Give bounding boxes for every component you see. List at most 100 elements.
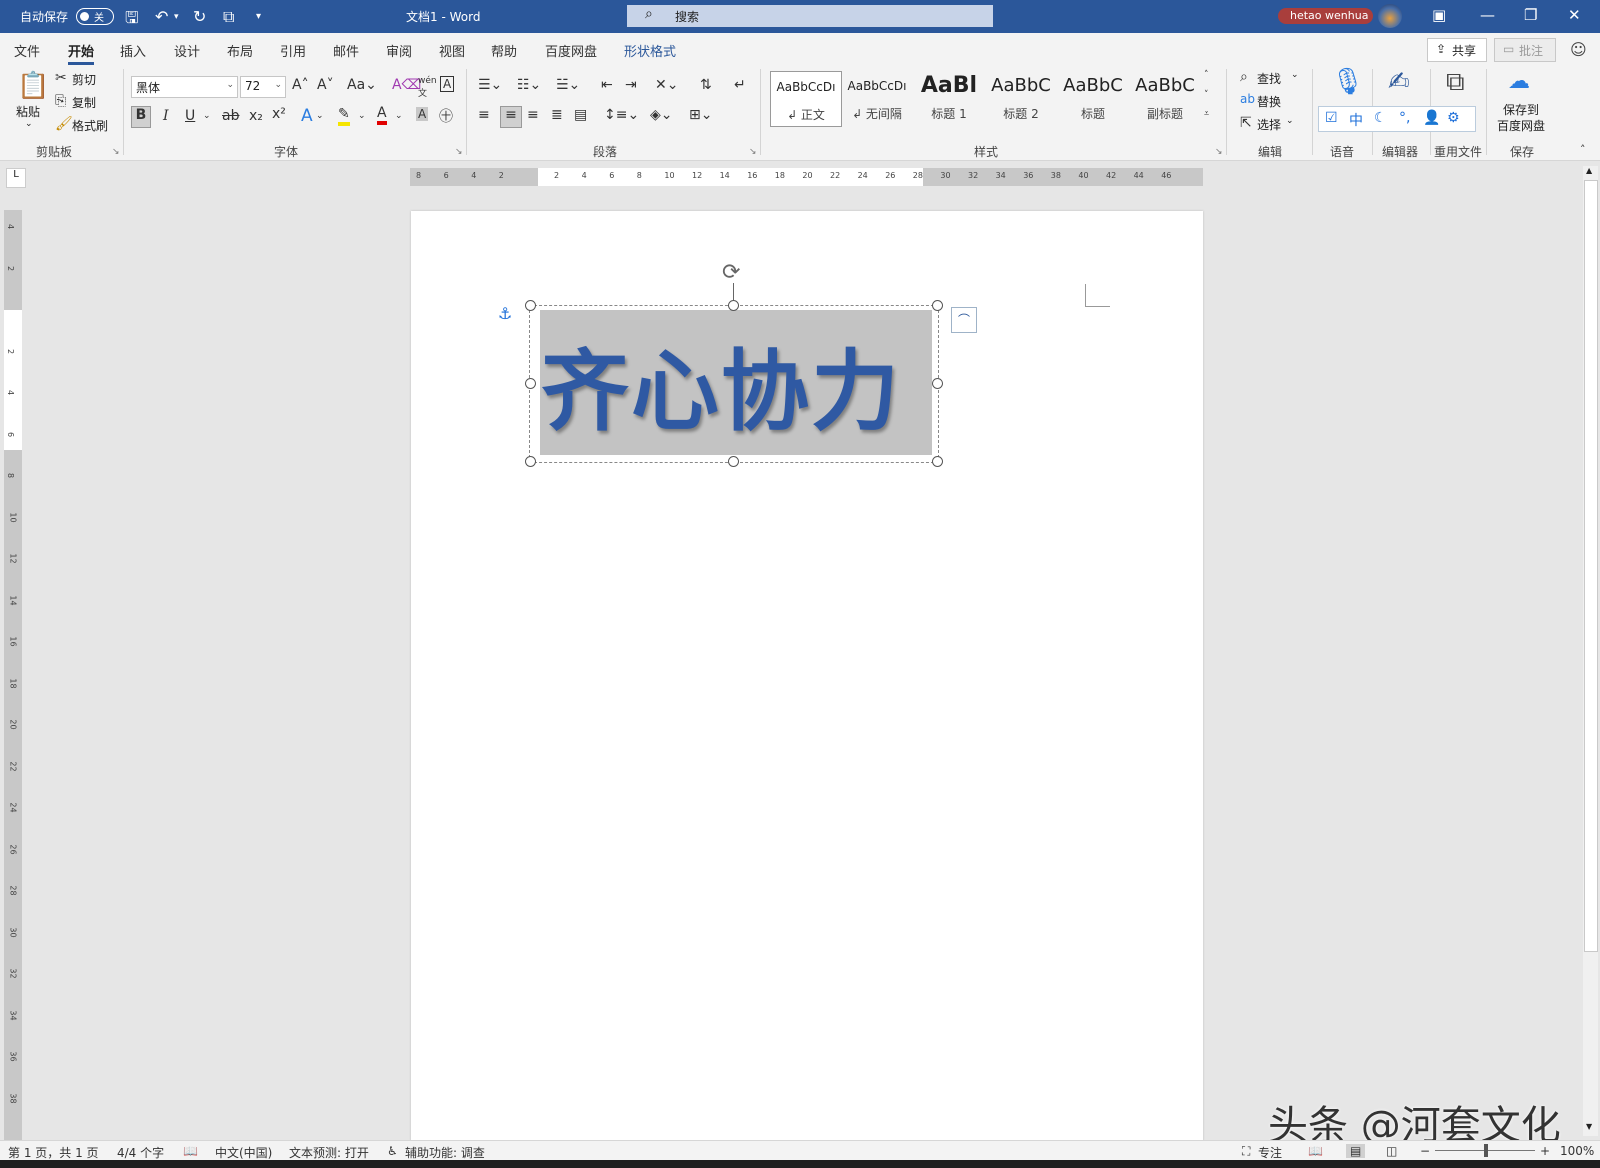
text-prediction[interactable]: 文本预测: 打开: [289, 1144, 369, 1161]
styles-scroll-down-icon[interactable]: ˅: [1204, 90, 1209, 100]
sort-icon[interactable]: ⇅: [700, 77, 712, 93]
accessibility-status[interactable]: 辅助功能: 调查: [405, 1144, 485, 1161]
multilevel-list-icon[interactable]: ☱⌄: [556, 77, 580, 93]
tab-help[interactable]: 帮助: [491, 41, 517, 60]
read-mode-icon[interactable]: 📖: [1308, 1144, 1323, 1158]
ime-logo-icon[interactable]: ☑: [1325, 110, 1338, 126]
change-case-icon[interactable]: Aa⌄: [347, 77, 377, 93]
distributed-icon[interactable]: ▤: [574, 107, 587, 123]
page-count[interactable]: 第 1 页，共 1 页: [8, 1144, 99, 1161]
paste-label[interactable]: 粘贴: [16, 103, 40, 120]
editor-icon[interactable]: ✍: [1388, 67, 1410, 97]
text-effects-dropdown-icon[interactable]: ⌄: [316, 111, 324, 121]
save-icon[interactable]: 🖫: [125, 7, 139, 34]
justify-icon[interactable]: ≣: [551, 107, 563, 123]
print-layout-icon[interactable]: ▤: [1346, 1144, 1366, 1158]
wordart-text[interactable]: 齐心协力: [541, 321, 931, 448]
copy-label[interactable]: 复制: [72, 94, 96, 111]
vertical-scrollbar[interactable]: ▲ ▼: [1583, 166, 1598, 1136]
styles-scroll-up-icon[interactable]: ˄: [1204, 70, 1209, 80]
web-layout-icon[interactable]: ◫: [1386, 1144, 1397, 1158]
scroll-down-icon[interactable]: ▼: [1586, 1122, 1592, 1131]
align-left-icon[interactable]: ≡: [478, 107, 490, 123]
zoom-slider-knob[interactable]: [1484, 1144, 1488, 1157]
font-name-select[interactable]: 黑体 ⌄: [131, 76, 238, 98]
document-page[interactable]: ⟳ ⚓ 齐心协力 ⌒: [411, 211, 1203, 1141]
select-dropdown-icon[interactable]: ⌄: [1286, 116, 1294, 126]
tab-layout[interactable]: 布局: [227, 41, 253, 60]
replace-icon[interactable]: ab: [1240, 92, 1255, 106]
character-shading-icon[interactable]: A: [416, 107, 429, 121]
paste-icon[interactable]: 📋: [17, 71, 49, 101]
tab-baidu-netdisk[interactable]: 百度网盘: [545, 41, 597, 60]
find-label[interactable]: 查找: [1257, 70, 1281, 87]
select-icon[interactable]: ⇱: [1240, 115, 1252, 131]
font-size-select[interactable]: 72 ⌄: [240, 76, 286, 98]
decrease-indent-icon[interactable]: ⇤: [601, 77, 613, 93]
horizontal-ruler[interactable]: 8 6 4 2 2 4 6 8 10 12 14 16 18 20 22 24 26 28 30 32 34 36 38 40…: [410, 168, 1203, 186]
scrollbar-thumb[interactable]: [1584, 180, 1598, 952]
tab-home[interactable]: 开始: [68, 41, 95, 65]
borders-icon[interactable]: ⊞⌄: [689, 107, 712, 123]
phonetic-guide-icon[interactable]: wén 文: [418, 76, 437, 99]
cut-icon[interactable]: ✂: [55, 70, 67, 86]
anchor-icon[interactable]: ⚓: [498, 304, 512, 323]
resize-handle-bottom[interactable]: [728, 456, 739, 467]
ribbon-display-icon[interactable]: ▣: [1432, 6, 1446, 24]
tab-shape-format[interactable]: 形状格式: [624, 41, 676, 60]
resize-handle-top[interactable]: [728, 300, 739, 311]
minimize-icon[interactable]: —: [1480, 6, 1495, 24]
ime-moon-icon[interactable]: ☾: [1374, 110, 1387, 126]
asian-layout-icon[interactable]: ✕⌄: [655, 77, 678, 93]
subscript-icon[interactable]: x₂: [249, 108, 263, 124]
format-painter-icon[interactable]: 🖌: [55, 116, 73, 132]
underline-dropdown-icon[interactable]: ⌄: [203, 111, 211, 121]
superscript-icon[interactable]: x²: [272, 106, 286, 122]
strikethrough-icon[interactable]: ab: [222, 108, 239, 124]
zoom-in-icon[interactable]: +: [1540, 1144, 1550, 1158]
customize-qat-icon[interactable]: ▾: [256, 11, 261, 22]
copy-icon[interactable]: ⎘: [55, 93, 66, 109]
baidu-save-label-line2[interactable]: 百度网盘: [1497, 117, 1545, 134]
resize-handle-top-right[interactable]: [932, 300, 943, 311]
word-count[interactable]: 4/4 个字: [117, 1144, 164, 1161]
resize-handle-bottom-left[interactable]: [525, 456, 536, 467]
style-heading-1[interactable]: AaBl 标题 1: [914, 71, 984, 125]
find-dropdown-icon[interactable]: ⌄: [1291, 70, 1299, 80]
style-no-spacing[interactable]: AaBbCcDı ↲ 无间隔: [842, 71, 912, 125]
bullets-icon[interactable]: ☰⌄: [478, 77, 502, 93]
focus-mode[interactable]: 专注: [1258, 1144, 1282, 1161]
tab-insert[interactable]: 插入: [120, 41, 146, 60]
clipboard-launcher-icon[interactable]: ↘: [112, 147, 120, 157]
increase-indent-icon[interactable]: ⇥: [625, 77, 637, 93]
redo-icon[interactable]: ↻: [193, 7, 206, 26]
styles-more-icon[interactable]: ⩡: [1204, 109, 1209, 119]
character-border-icon[interactable]: A: [440, 76, 455, 92]
tab-file[interactable]: 文件: [14, 41, 40, 60]
clear-formatting-icon[interactable]: A⌫: [392, 77, 421, 93]
touch-mode-icon[interactable]: ⧉: [223, 7, 234, 27]
reuse-files-icon[interactable]: ⧉: [1446, 67, 1465, 98]
grow-font-icon[interactable]: A˄: [292, 77, 309, 93]
resize-handle-bottom-right[interactable]: [932, 456, 943, 467]
zoom-out-icon[interactable]: −: [1420, 1144, 1430, 1158]
line-spacing-icon[interactable]: ↕≡⌄: [604, 107, 639, 123]
paragraph-launcher-icon[interactable]: ↘: [749, 147, 757, 157]
tab-review[interactable]: 审阅: [386, 41, 412, 60]
tab-selector[interactable]: L: [6, 168, 26, 188]
scroll-up-icon[interactable]: ▲: [1586, 166, 1592, 175]
shading-icon[interactable]: ◈⌄: [650, 107, 673, 123]
baidu-netdisk-icon[interactable]: ☁: [1508, 69, 1530, 94]
italic-icon[interactable]: I: [163, 108, 169, 124]
find-icon[interactable]: ⌕: [1240, 69, 1248, 85]
resize-handle-left[interactable]: [525, 378, 536, 389]
share-button[interactable]: ⇪ 共享: [1427, 38, 1487, 62]
align-right-icon[interactable]: ≡: [527, 107, 539, 123]
align-center-icon[interactable]: ≡: [500, 106, 522, 128]
numbering-icon[interactable]: ☷⌄: [517, 77, 541, 93]
ime-punctuation-icon[interactable]: °,: [1399, 110, 1410, 126]
underline-icon[interactable]: U: [185, 108, 195, 124]
show-marks-icon[interactable]: ↵: [734, 77, 746, 93]
enclose-characters-icon[interactable]: ㊉: [439, 106, 453, 126]
font-launcher-icon[interactable]: ↘: [455, 147, 463, 157]
